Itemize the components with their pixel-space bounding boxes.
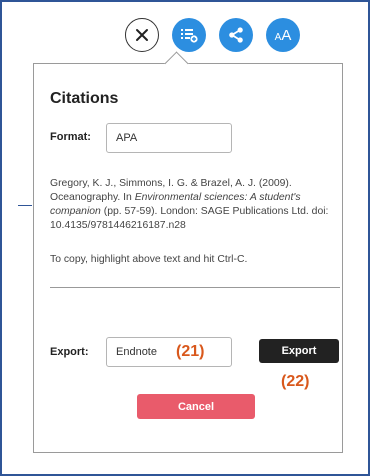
font-size-icon: AA	[275, 27, 292, 44]
font-size-button[interactable]: AA	[266, 18, 300, 52]
share-button[interactable]	[219, 18, 253, 52]
divider	[50, 287, 340, 288]
toolbar: AA	[125, 18, 300, 52]
citations-panel: Citations Format: APA Gregory, K. J., Si…	[33, 51, 343, 453]
export-button[interactable]: Export	[259, 339, 339, 363]
export-format-value: Endnote	[116, 346, 157, 358]
annotation-22: (22)	[281, 373, 310, 390]
cancel-button[interactable]: Cancel	[137, 394, 255, 419]
format-select[interactable]: APA	[106, 123, 232, 153]
citation-text: Gregory, K. J., Simmons, I. G. & Brazel,…	[50, 177, 342, 233]
font-size-large-a: A	[281, 26, 292, 44]
close-icon	[136, 29, 148, 41]
share-icon	[229, 27, 243, 43]
close-button[interactable]	[125, 18, 159, 52]
export-format-select[interactable]: Endnote	[106, 337, 232, 367]
export-label: Export:	[50, 346, 89, 358]
panel-title: Citations	[50, 90, 119, 107]
add-to-list-button[interactable]	[172, 18, 206, 52]
format-label: Format:	[50, 131, 91, 143]
frame-tick-mark	[18, 205, 32, 206]
copy-hint: To copy, highlight above text and hit Ct…	[50, 254, 248, 265]
list-add-icon	[181, 29, 198, 43]
format-value: APA	[116, 132, 138, 144]
annotation-21: (21)	[176, 343, 205, 360]
